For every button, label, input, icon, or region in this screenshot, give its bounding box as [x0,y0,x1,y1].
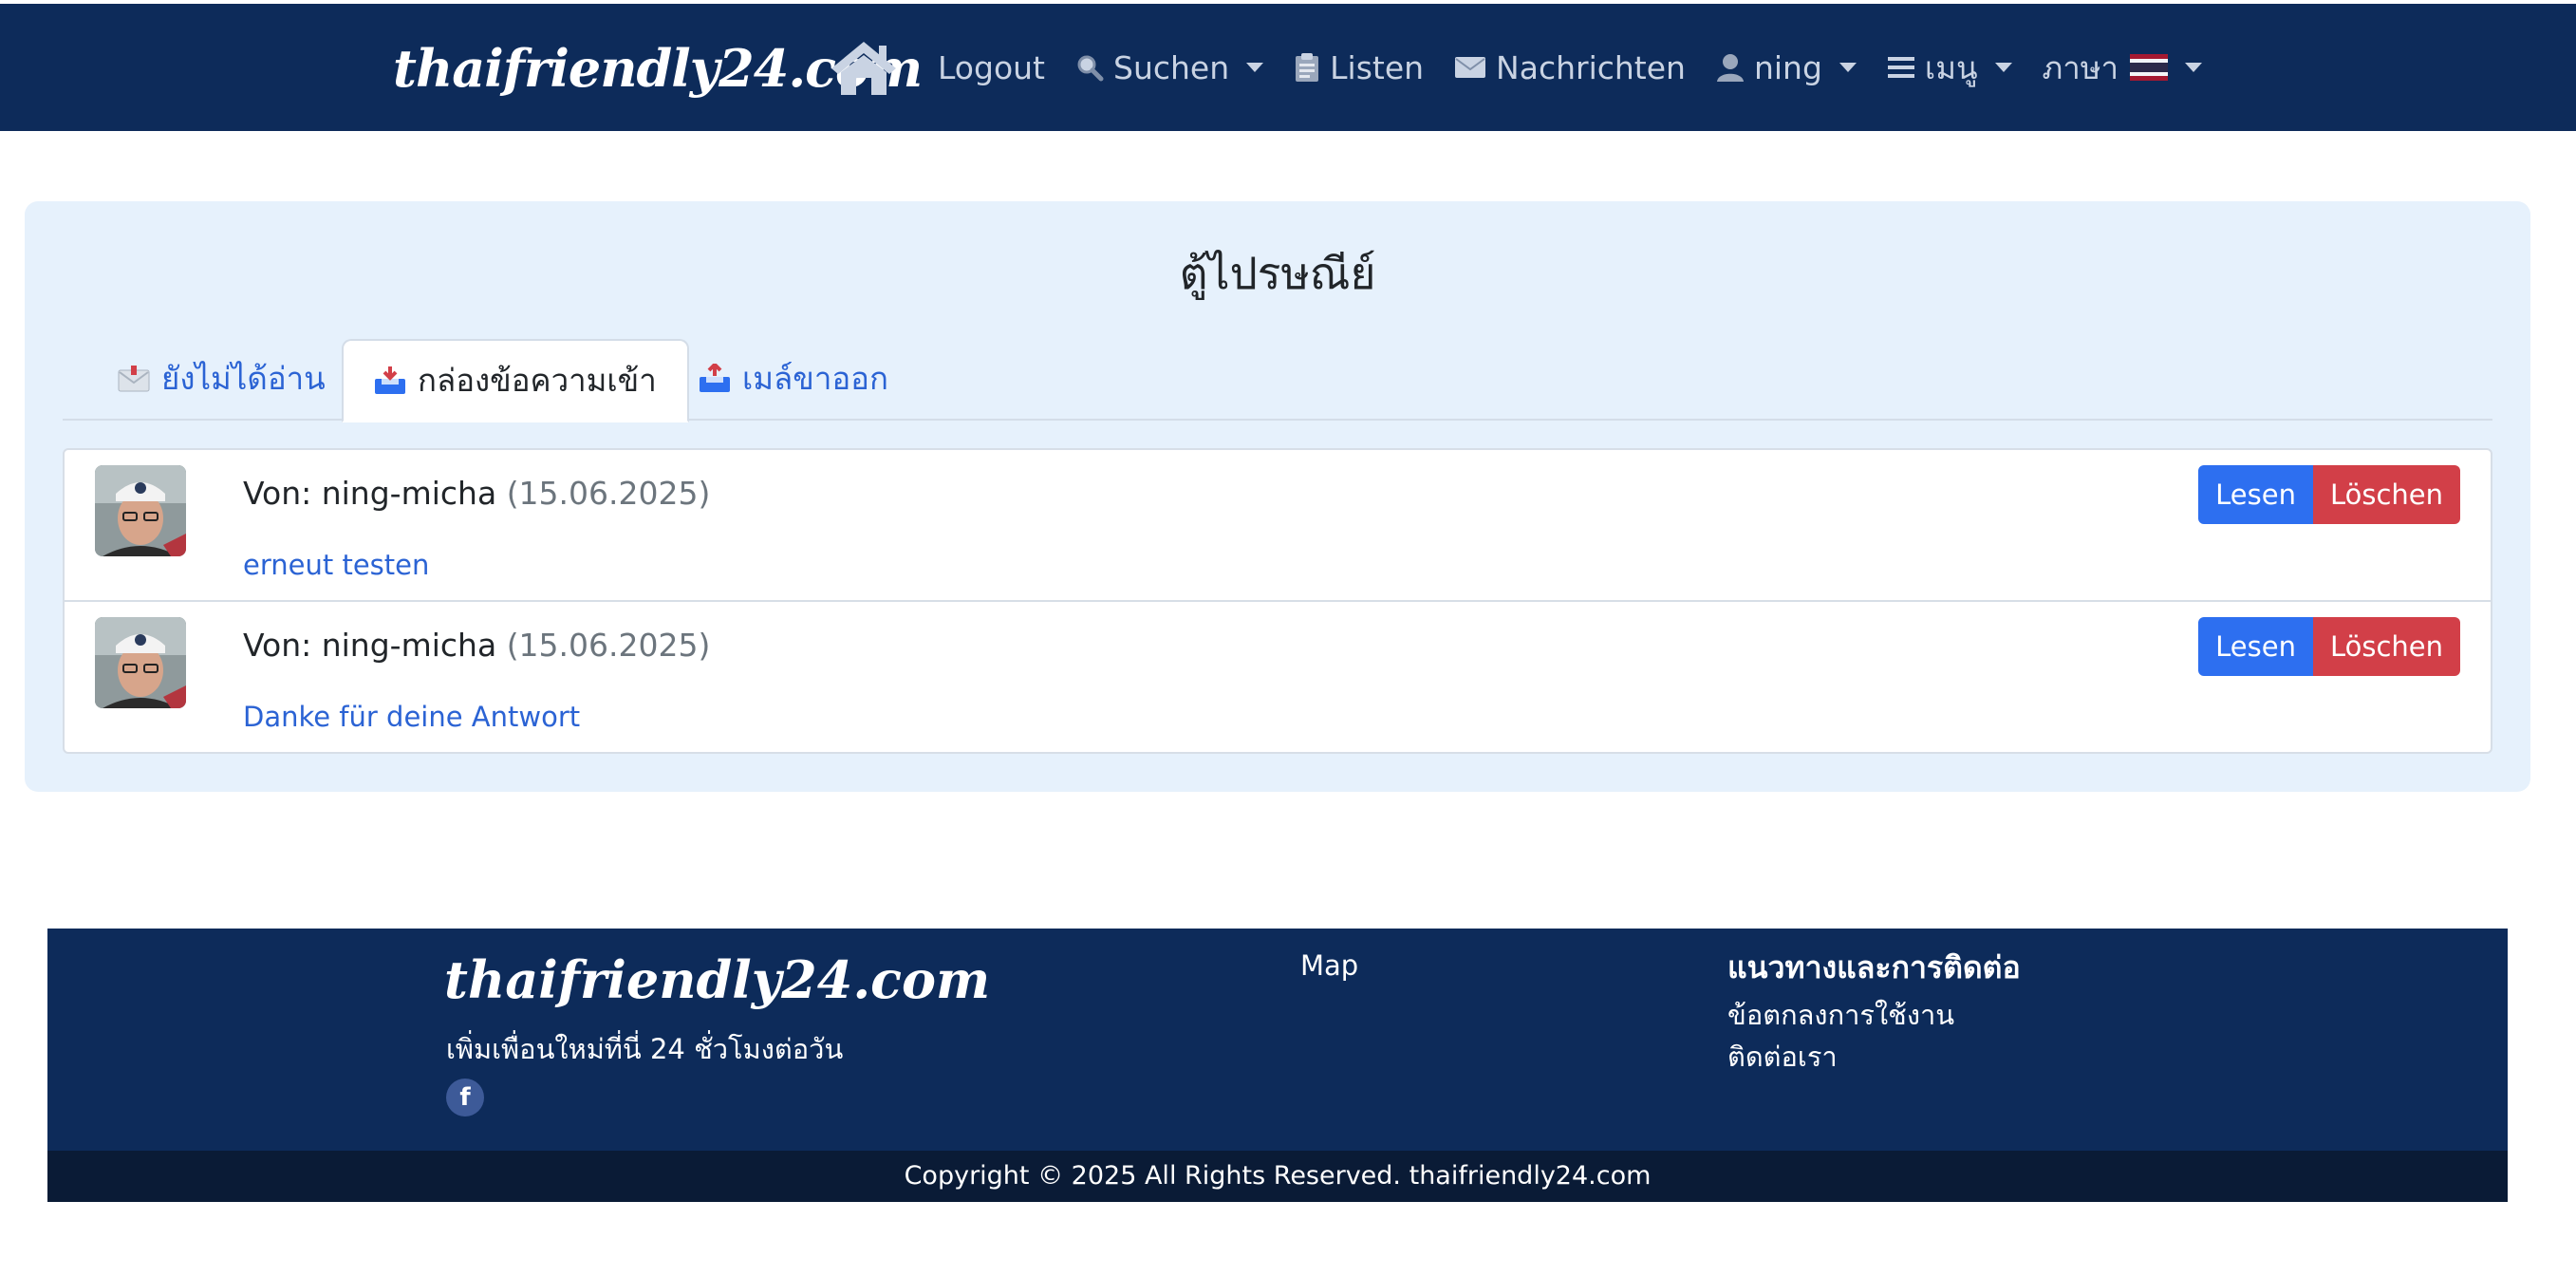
nav-menu-label: เมนู [1924,48,1978,86]
message-date: (15.06.2025) [506,475,711,512]
envelope-icon [118,365,150,393]
footer-terms-link[interactable]: ข้อตกลงการใช้งาน [1727,993,1954,1037]
tab-inbox[interactable]: กล่องข้อความเข้า [342,339,689,422]
chevron-down-icon [1994,63,2012,72]
read-button[interactable]: Lesen [2198,465,2313,524]
delete-button[interactable]: Löschen [2312,465,2460,524]
user-icon [1716,52,1745,83]
nav-language-dropdown[interactable]: ภาษา [2027,32,2218,103]
site-footer: thaifriendly24.com เพิ่มเพื่อนใหม่ที่นี่… [47,929,2508,1151]
menu-icon [1887,54,1915,81]
avatar[interactable] [95,617,186,708]
nav-messages-label: Nachrichten [1496,48,1686,86]
inbox-tray-icon [374,366,406,396]
facebook-icon[interactable]: f [446,1079,484,1116]
nav-language-label: ภาษา [2042,48,2119,86]
message-subject-link[interactable]: erneut testen [243,549,429,581]
nav-home[interactable] [814,32,923,103]
message-subject-link[interactable]: Danke für deine Antwort [243,701,580,733]
footer-map-link[interactable]: Map [1300,949,1358,982]
tab-inbox-label: กล่องข้อความเข้า [418,362,657,399]
message-actions: Lesen Löschen [2198,465,2460,524]
nav-search-dropdown[interactable]: Suchen [1060,32,1279,103]
tab-outbox-label: เมล์ขาออก [742,360,888,397]
clipboard-icon [1294,52,1320,83]
outbox-tray-icon [699,364,731,394]
chevron-down-icon [2185,63,2203,72]
message-sender: Von: ning-micha (15.06.2025) [243,627,710,664]
tab-unread-label: ยังไม่ได้อ่าน [161,360,326,397]
message-list: Von: ning-micha (15.06.2025) erneut test… [63,448,2492,754]
footer-brand-logo[interactable]: thaifriendly24.com [444,949,990,1010]
mailbox-panel: ตู้ไปรษณีย์ ยังไม่ได้อ่าน กล่องข้อความเข… [25,201,2530,792]
chevron-down-icon [1246,63,1264,72]
copyright-bar: Copyright © 2025 All Rights Reserved. th… [47,1151,2508,1202]
top-navbar: thaifriendly24.com Logout Suchen Listen … [0,4,2576,131]
delete-button[interactable]: Löschen [2312,617,2460,676]
message-sender: Von: ning-micha (15.06.2025) [243,475,710,512]
footer-contact-link[interactable]: ติดต่อเรา [1727,1035,1838,1079]
nav-logout[interactable]: Logout [923,32,1060,103]
nav-lists[interactable]: Listen [1279,32,1439,103]
thai-flag-icon [2130,54,2169,81]
page-title: ตู้ไปรษณีย์ [1179,248,1376,299]
read-button[interactable]: Lesen [2198,617,2313,676]
list-item: Von: ning-micha (15.06.2025) Danke für d… [65,602,2491,752]
footer-tagline: เพิ่มเพื่อนใหม่ที่นี่ 24 ชั่วโมงต่อวัน [446,1033,844,1065]
tab-unread[interactable]: ยังไม่ได้อ่าน [118,339,326,419]
message-from: Von: ning-micha [243,627,497,664]
message-from: Von: ning-micha [243,475,497,512]
nav-lists-label: Listen [1330,48,1425,86]
mailbox-tabs: ยังไม่ได้อ่าน กล่องข้อความเข้า เมล์ขาออก [63,339,2492,422]
message-date: (15.06.2025) [506,627,711,664]
nav-logout-label: Logout [938,48,1045,86]
nav-user-dropdown[interactable]: ning [1701,32,1872,103]
footer-guide-heading: แนวทางและการติดต่อ [1727,949,2021,985]
envelope-icon [1454,55,1486,80]
avatar[interactable] [95,465,186,556]
main-nav: Logout Suchen Listen Nachrichten ning เม… [814,32,2217,103]
search-icon [1075,53,1104,82]
chevron-down-icon [1839,63,1857,72]
list-item: Von: ning-micha (15.06.2025) erneut test… [65,450,2491,602]
message-actions: Lesen Löschen [2198,617,2460,676]
nav-menu-dropdown[interactable]: เมนู [1872,32,2027,103]
tab-outbox[interactable]: เมล์ขาออก [699,339,888,419]
nav-search-label: Suchen [1113,48,1230,86]
nav-user-label: ning [1753,48,1822,86]
nav-messages[interactable]: Nachrichten [1439,32,1701,103]
home-icon [830,38,898,97]
